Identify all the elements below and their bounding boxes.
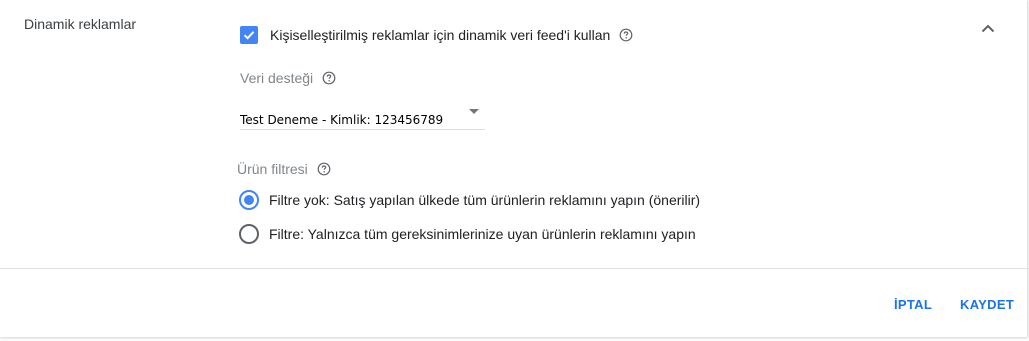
data-source-selected-value: Test Deneme - Kimlik: 123456789: [240, 113, 444, 127]
dropdown-arrow-icon: [469, 109, 479, 114]
filter-none-radio[interactable]: [239, 190, 259, 210]
radio-selected-dot: [244, 195, 254, 205]
dynamic-feed-label: Kişiselleştirilmiş reklamlar için dinami…: [270, 27, 611, 43]
cancel-button[interactable]: İPTAL: [894, 297, 932, 312]
save-button[interactable]: KAYDET: [960, 297, 1014, 312]
data-source-select[interactable]: Test Deneme - Kimlik: 123456789: [240, 101, 485, 130]
filter-requirements-radio[interactable]: [239, 224, 259, 244]
section-title: Dinamik reklamlar: [24, 16, 137, 32]
filter-option-requirements[interactable]: Filtre: Yalnızca tüm gereksinimlerinize …: [239, 224, 696, 244]
filter-option-none[interactable]: Filtre yok: Satış yapılan ülkede tüm ürü…: [239, 190, 700, 210]
data-source-label-row: Veri desteği: [240, 70, 336, 86]
filter-none-label: Filtre yok: Satış yapılan ülkede tüm ürü…: [269, 192, 701, 208]
product-filter-label-row: Ürün filtresi: [237, 161, 331, 177]
filter-requirements-label: Filtre: Yalnızca tüm gereksinimlerinize …: [269, 226, 696, 242]
chevron-up-icon: [981, 24, 995, 32]
help-circle-icon[interactable]: [619, 28, 633, 42]
collapse-button[interactable]: [976, 16, 1000, 40]
product-filter-label: Ürün filtresi: [237, 161, 308, 177]
help-circle-icon[interactable]: [317, 162, 331, 176]
dynamic-ads-panel: Dinamik reklamlar Kişiselleştirilmiş rek…: [0, 0, 1028, 337]
data-source-label: Veri desteği: [240, 70, 314, 86]
help-circle-icon[interactable]: [322, 71, 336, 85]
divider: [0, 268, 1027, 269]
checkmark-icon: [243, 31, 255, 40]
dynamic-feed-checkbox[interactable]: [240, 26, 258, 44]
dynamic-feed-row: Kişiselleştirilmiş reklamlar için dinami…: [240, 26, 633, 44]
